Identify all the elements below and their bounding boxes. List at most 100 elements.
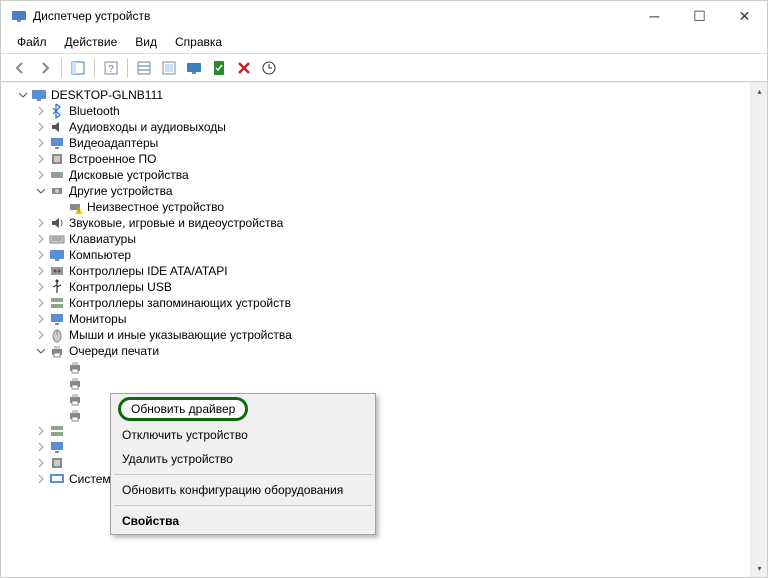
tree-item-label: Звуковые, игровые и видеоустройства [69, 216, 283, 230]
menu-help[interactable]: Справка [167, 33, 230, 51]
expand-icon[interactable] [35, 313, 47, 325]
tree-item-label: Аудиовходы и аудиовыходы [69, 120, 226, 134]
tree-category[interactable]: Мыши и иные указывающие устройства [9, 327, 750, 343]
maximize-button[interactable]: ☐ [677, 1, 722, 31]
tree-item-label: Компьютер [69, 248, 131, 262]
context-scan-hardware[interactable]: Обновить конфигурацию оборудования [112, 478, 374, 502]
tree-category[interactable]: Клавиатуры [9, 231, 750, 247]
tree-category[interactable]: Контроллеры IDE ATA/ATAPI [9, 263, 750, 279]
printer-icon [49, 343, 65, 359]
tree-item-label: Дисковые устройства [69, 168, 189, 182]
vertical-scrollbar[interactable]: ▴ ▾ [750, 83, 767, 577]
tree-root[interactable]: DESKTOP-GLNB111 [9, 87, 750, 103]
menu-view[interactable]: Вид [127, 33, 165, 51]
ide-icon [49, 263, 65, 279]
collapse-icon[interactable] [35, 185, 47, 197]
monitor-icon [49, 311, 65, 327]
context-update-driver[interactable]: Обновить драйвер [118, 397, 248, 421]
expand-icon[interactable] [35, 137, 47, 149]
expand-icon[interactable] [35, 169, 47, 181]
tree-device-hidden[interactable] [9, 375, 750, 391]
expand-icon[interactable] [35, 441, 47, 453]
computer-icon [31, 87, 47, 103]
expand-icon[interactable] [35, 281, 47, 293]
tree-item-label: Встроенное ПО [69, 152, 156, 166]
tree-category[interactable]: Bluetooth [9, 103, 750, 119]
tree-item-label: Контроллеры IDE ATA/ATAPI [69, 264, 228, 278]
show-hide-tree-button[interactable] [67, 57, 89, 79]
tree-category[interactable]: Контроллеры USB [9, 279, 750, 295]
tree-category[interactable]: Встроенное ПО [9, 151, 750, 167]
back-button[interactable] [9, 57, 31, 79]
forward-button[interactable] [34, 57, 56, 79]
printer-icon [67, 407, 83, 423]
minimize-button[interactable]: ─ [632, 1, 677, 31]
titlebar: Диспетчер устройств ─ ☐ ✕ [1, 1, 767, 31]
expand-icon[interactable] [35, 297, 47, 309]
device-manager-window: Диспетчер устройств ─ ☐ ✕ Файл Действие … [0, 0, 768, 578]
tree-device-hidden[interactable] [9, 359, 750, 375]
bluetooth-icon [49, 103, 65, 119]
expand-icon[interactable] [35, 121, 47, 133]
expand-icon[interactable] [35, 265, 47, 277]
context-menu: Обновить драйвер Отключить устройство Уд… [110, 393, 376, 535]
tree-item-label: Мониторы [69, 312, 126, 326]
tree-category[interactable]: Аудиовходы и аудиовыходы [9, 119, 750, 135]
expand-icon[interactable] [35, 105, 47, 117]
expand-icon[interactable] [35, 425, 47, 437]
tree-category[interactable]: Компьютер [9, 247, 750, 263]
enable-device-button[interactable] [208, 57, 230, 79]
devices-view-button[interactable] [133, 57, 155, 79]
computer-icon [49, 247, 65, 263]
tree-item-label: Мыши и иные указывающие устройства [69, 328, 292, 342]
scroll-down-button[interactable]: ▾ [751, 560, 767, 577]
warning-icon: ! [67, 199, 83, 215]
scroll-up-button[interactable]: ▴ [751, 83, 767, 100]
expand-icon[interactable] [35, 217, 47, 229]
system-icon [49, 471, 65, 487]
tree-category[interactable]: Другие устройства [9, 183, 750, 199]
expand-icon[interactable] [35, 153, 47, 165]
tree-device[interactable]: ! Неизвестное устройство [9, 199, 750, 215]
expand-icon[interactable] [35, 249, 47, 261]
toolbar: ? [1, 54, 767, 82]
close-button[interactable]: ✕ [722, 1, 767, 31]
context-separator [114, 474, 372, 475]
app-icon [11, 8, 27, 24]
scan-hardware-button[interactable] [258, 57, 280, 79]
display-icon [49, 135, 65, 151]
tree-item-label: Очереди печати [69, 344, 159, 358]
svg-text:?: ? [108, 64, 114, 75]
collapse-icon[interactable] [17, 89, 29, 101]
expand-icon[interactable] [35, 473, 47, 485]
resources-view-button[interactable] [158, 57, 180, 79]
other-icon [49, 183, 65, 199]
usb-icon [49, 279, 65, 295]
uninstall-device-button[interactable] [233, 57, 255, 79]
context-properties[interactable]: Свойства [112, 509, 374, 533]
printer-icon [67, 359, 83, 375]
tree-category[interactable]: Видеоадаптеры [9, 135, 750, 151]
context-uninstall-device[interactable]: Удалить устройство [112, 447, 374, 471]
tree-item-label: Другие устройства [69, 184, 173, 198]
menu-file[interactable]: Файл [9, 33, 55, 51]
tree-item-label: Bluetooth [69, 104, 120, 118]
tree-item-label: Видеоадаптеры [69, 136, 158, 150]
expand-icon[interactable] [35, 329, 47, 341]
expand-icon[interactable] [35, 457, 47, 469]
tree-item-label: Неизвестное устройство [87, 200, 224, 214]
context-disable-device[interactable]: Отключить устройство [112, 423, 374, 447]
printer-icon [67, 375, 83, 391]
expand-icon[interactable] [35, 233, 47, 245]
storage-icon [49, 423, 65, 439]
monitor-icon[interactable] [183, 57, 205, 79]
collapse-icon[interactable] [35, 345, 47, 357]
window-title: Диспетчер устройств [33, 9, 632, 23]
tree-category[interactable]: Контроллеры запоминающих устройств [9, 295, 750, 311]
tree-category[interactable]: Дисковые устройства [9, 167, 750, 183]
tree-category[interactable]: Звуковые, игровые и видеоустройства [9, 215, 750, 231]
tree-category[interactable]: Очереди печати [9, 343, 750, 359]
menu-action[interactable]: Действие [57, 33, 126, 51]
help-button[interactable]: ? [100, 57, 122, 79]
tree-category[interactable]: Мониторы [9, 311, 750, 327]
